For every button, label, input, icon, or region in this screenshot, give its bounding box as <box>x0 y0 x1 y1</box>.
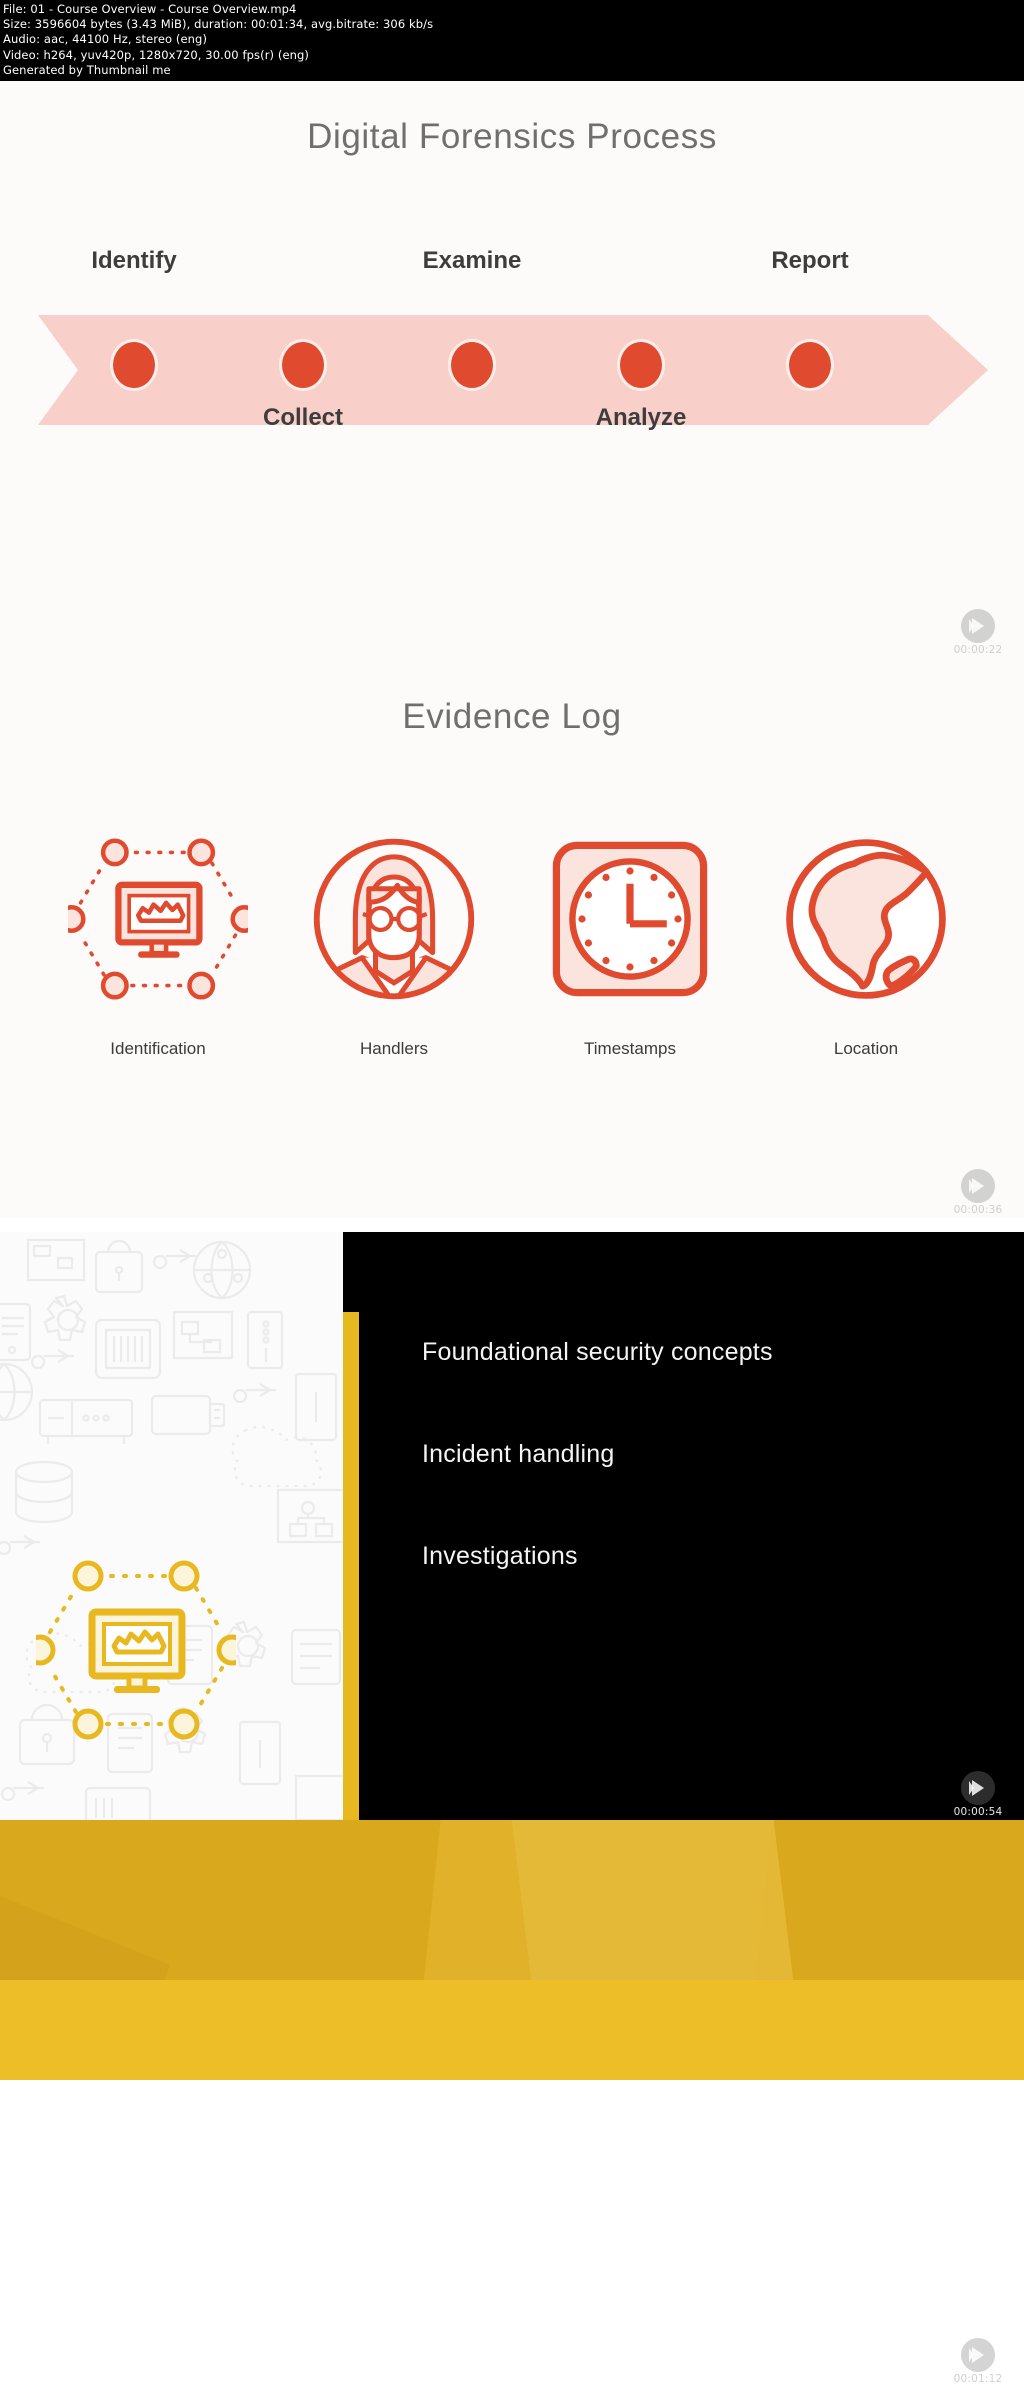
thumbnail-timestamp-badge: 00:01:12 <box>936 2338 1020 2385</box>
process-dot-1 <box>113 342 155 388</box>
thumbnail-evidence-log[interactable]: Evidence Log Identification Handlers Tim… <box>0 658 1024 1218</box>
process-label-analyze: Analyze <box>595 404 687 431</box>
thumbnail-timestamp-badge: 00:00:54 <box>936 1771 1020 1818</box>
network-monitor-icon <box>68 838 248 1000</box>
clock-icon <box>552 841 708 997</box>
thumbnail-forensics-process[interactable]: Digital Forensics Process Identify Exami… <box>0 81 1024 658</box>
thumbnail-timestamp-badge: 00:00:36 <box>936 1169 1020 1216</box>
evidence-icon-row: Identification Handlers Timestamps Locat… <box>40 813 984 1083</box>
process-dot-5 <box>789 342 831 388</box>
topics-side-panel <box>0 1232 343 1820</box>
thumbnail-blank-white[interactable]: 00:01:12 <box>0 2080 1024 2387</box>
paper-shape-c <box>0 1889 171 1980</box>
evidence-icon-wrap <box>276 813 512 1025</box>
play-icon <box>961 1771 995 1805</box>
evidence-label: Identification <box>110 1039 206 1058</box>
evidence-item-handlers: Handlers <box>276 813 512 1083</box>
slide-title: Evidence Log <box>402 697 622 736</box>
evidence-label: Location <box>833 1039 899 1058</box>
yellow-band <box>0 1980 1024 2080</box>
file-info-line-size: Size: 3596604 bytes (3.43 MiB), duration… <box>3 17 434 32</box>
file-info-line-video: Video: h264, yuv420p, 1280x720, 30.00 fp… <box>3 47 310 62</box>
file-info-line-filename: File: 01 - Course Overview - Course Over… <box>3 2 297 16</box>
process-label-report: Report <box>771 247 849 274</box>
play-icon <box>961 609 995 643</box>
evidence-item-location: Location <box>748 813 984 1083</box>
timestamp-label: 00:00:36 <box>953 1204 1003 1216</box>
slide-title: Digital Forensics Process <box>307 117 717 156</box>
thumbnail-timestamp-badge: 00:00:22 <box>936 609 1020 656</box>
topic-item: Investigations <box>422 1542 578 1570</box>
process-label-collect: Collect <box>262 404 343 431</box>
timestamp-label: 00:00:22 <box>953 644 1003 656</box>
process-arrow-shape <box>38 315 988 425</box>
process-label-identify: Identify <box>91 247 177 274</box>
evidence-item-identification: Identification <box>40 813 276 1083</box>
person-avatar-icon <box>313 838 475 1000</box>
network-monitor-icon <box>36 1560 236 1740</box>
thumbnail-contact-sheet: File: 01 - Course Overview - Course Over… <box>0 0 1024 2387</box>
evidence-icon-wrap <box>40 813 276 1025</box>
topics-accent-bar <box>343 1312 359 1820</box>
evidence-icon-wrap <box>748 813 984 1025</box>
yellow-photo-area <box>0 1820 1024 1980</box>
evidence-label: Timestamps <box>584 1039 676 1058</box>
topics-list: Foundational security concepts Incident … <box>422 1338 962 1644</box>
topic-item: Foundational security concepts <box>422 1338 773 1366</box>
evidence-label: Handlers <box>359 1039 429 1058</box>
play-icon <box>961 1169 995 1203</box>
paper-shape-b <box>502 1820 798 1980</box>
file-info-bar: File: 01 - Course Overview - Course Over… <box>0 0 1024 81</box>
globe-icon <box>786 839 946 999</box>
timestamp-label: 00:00:54 <box>953 1806 1003 1818</box>
process-dot-4 <box>620 342 662 388</box>
play-icon <box>961 2338 995 2372</box>
evidence-icon-wrap <box>512 813 748 1025</box>
file-info-line-audio: Audio: aac, 44100 Hz, stereo (eng) <box>3 32 208 47</box>
timestamp-label: 00:01:12 <box>953 2373 1003 2385</box>
file-info-line-generator: Generated by Thumbnail me <box>3 62 171 77</box>
process-dot-2 <box>282 342 324 388</box>
evidence-item-timestamps: Timestamps <box>512 813 748 1083</box>
thumbnail-course-topics[interactable]: Foundational security concepts Incident … <box>0 1232 1024 1820</box>
process-dot-3 <box>451 342 493 388</box>
process-label-examine: Examine <box>422 247 522 274</box>
thumbnail-yellow-photo[interactable] <box>0 1820 1024 2080</box>
topic-item: Incident handling <box>422 1440 615 1468</box>
